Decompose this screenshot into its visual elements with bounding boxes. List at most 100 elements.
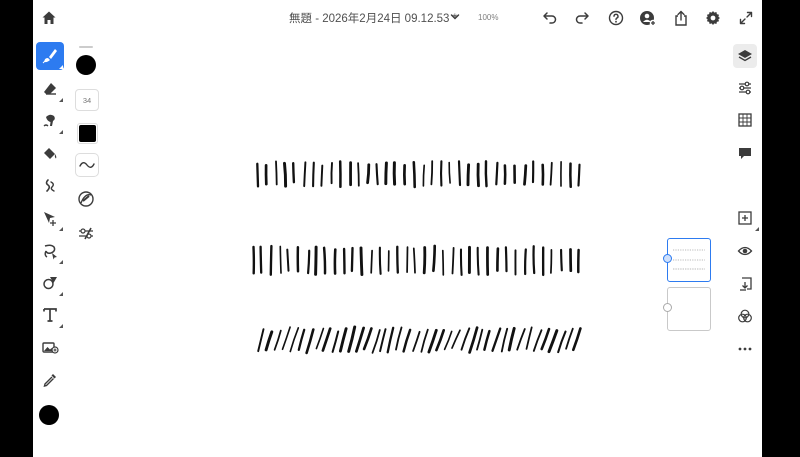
eyedropper-icon [43,374,56,387]
brush-stroke [507,326,516,352]
pressure-icon[interactable] [75,188,97,210]
transform-icon [44,212,56,226]
brush-stroke [557,330,567,354]
brush-stroke [571,327,582,352]
brush-stroke [422,164,426,187]
brush-stroke [384,161,388,186]
brush-stroke [375,163,379,186]
blend-mode-icon[interactable] [733,304,757,328]
brush-stroke [495,161,499,186]
image-tool[interactable] [36,333,64,361]
eraser-icon [44,83,56,95]
layer-1-preview [673,249,705,270]
brush-stroke [460,327,471,351]
brush-settings-icon[interactable] [75,222,97,244]
liquify-tool[interactable] [36,172,64,200]
brush-stroke [500,327,509,353]
brush-stroke [565,327,574,350]
zoom-level[interactable]: 100% [478,13,498,22]
brush-stroke [338,327,348,353]
brush-stroke [466,163,471,187]
brush-stroke [370,249,373,274]
layer-properties-icon[interactable] [733,76,757,100]
grid-icon[interactable] [733,108,757,132]
comments-icon[interactable] [733,141,757,165]
layer-1-handle[interactable] [663,254,672,263]
brush-stroke [516,328,526,351]
expand-icon[interactable] [736,8,756,28]
brush-opacity-swatch[interactable] [77,123,98,144]
brush-stroke [283,161,288,188]
brush-stroke [330,162,333,185]
home-icon[interactable] [39,8,59,28]
brush-stroke [457,160,462,187]
paint-brush-tool[interactable] [36,42,64,70]
brush-stroke [303,161,307,188]
merge-down-icon[interactable] [733,272,757,296]
brush-stroke [560,248,563,272]
brush-stroke [427,328,438,354]
brush-stroke [451,329,461,349]
brush-stroke [504,246,508,273]
brush-stroke [366,163,371,185]
brush-size[interactable]: 34 [75,89,99,111]
main-color-swatch[interactable] [39,405,59,425]
share-icon[interactable] [671,8,691,28]
brush-stroke [259,245,263,274]
undo-icon[interactable] [540,8,560,28]
eraser-tool[interactable] [36,75,64,103]
settings-icon[interactable] [703,8,723,28]
text-tool[interactable] [36,301,64,329]
brush-stroke [430,160,434,186]
brush-stroke [412,247,416,274]
brush-stroke [371,329,381,354]
lasso-selection-tool[interactable] [36,237,64,265]
smudge-icon [43,114,55,127]
add-layer-icon[interactable] [733,206,759,231]
brush-color-swatch[interactable] [76,55,96,75]
brush-stroke [350,246,354,273]
shapes-tool[interactable] [36,269,64,297]
layer-thumbnail-2[interactable] [663,287,711,331]
brush-stroke [547,329,559,354]
more-icon[interactable] [733,337,757,361]
brush-stroke [523,164,528,186]
smoothing-icon[interactable] [75,153,99,177]
brush-stroke [448,161,451,184]
brush-stroke [420,328,429,353]
top-bar: 無題 - 2026年2月24日 09.12.53 * 100% [33,0,762,36]
document-title[interactable]: 無題 - 2026年2月24日 09.12.53 * [289,10,457,26]
brush-stroke [525,326,533,350]
user-add-icon[interactable] [638,8,658,28]
brush-stroke [331,330,340,353]
brush-stroke [484,160,488,188]
brush-stroke [476,246,480,276]
visibility-icon[interactable] [733,239,757,263]
brush-stroke [347,325,357,353]
help-icon[interactable] [606,8,626,28]
brush-stroke [322,246,327,275]
layers-icon[interactable] [733,44,757,68]
brush-stroke [312,161,315,188]
brush-stroke [379,328,387,353]
layer-thumbnail-1[interactable] [663,238,711,282]
panel-handle[interactable] [79,46,93,48]
brush-stroke [273,329,282,351]
brush-icon [42,49,57,64]
brush-stroke [451,247,455,275]
brush-stroke [314,245,318,276]
eyedropper-tool[interactable] [36,366,64,394]
brush-stroke [264,330,274,352]
brush-stroke [279,245,282,274]
chevron-down-icon[interactable] [449,10,461,24]
image-icon [42,342,59,354]
brush-stroke [289,327,300,353]
drawing-canvas[interactable] [33,0,762,457]
smudge-tool[interactable] [36,107,64,135]
brush-stroke [491,327,502,352]
layer-2-handle[interactable] [663,303,672,312]
brush-stroke [395,326,403,351]
transform-tool[interactable] [36,204,64,232]
fill-tool[interactable] [36,140,64,168]
redo-icon[interactable] [572,8,592,28]
